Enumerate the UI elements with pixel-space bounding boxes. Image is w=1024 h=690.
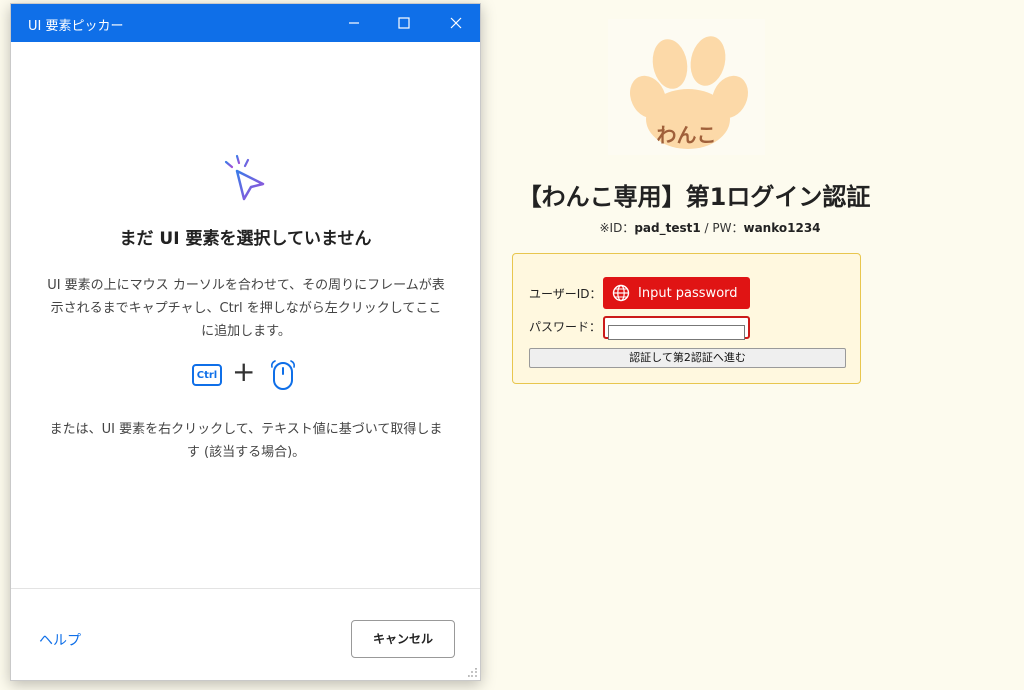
shortcut-hint: Ctrl + — [192, 357, 302, 393]
mouse-icon — [271, 360, 295, 390]
page-title: 【わんこ専用】第1ログイン認証 — [517, 183, 871, 211]
plus-sign: + — [232, 355, 256, 388]
pw-prefix: / PW： — [700, 221, 744, 235]
resize-grip-icon[interactable] — [468, 668, 478, 678]
credentials-hint: ※ID：pad_test1 / PW：wanko1234 — [560, 219, 860, 236]
globe-icon — [612, 284, 630, 302]
maximize-button[interactable] — [381, 4, 427, 42]
maximize-icon — [398, 17, 410, 29]
pw-value: wanko1234 — [743, 221, 821, 235]
login-form: ユーザーID： Input password パスワード： 認証して第2認証へ進… — [512, 253, 861, 384]
close-icon — [450, 17, 462, 29]
submit-button[interactable]: 認証して第2認証へ進む — [529, 348, 846, 368]
ctrl-key-icon: Ctrl — [192, 364, 222, 386]
dialog-titlebar[interactable]: UI 要素ピッカー — [11, 4, 480, 42]
cursor-sparkle-icon — [222, 154, 265, 201]
minimize-icon — [349, 22, 359, 24]
id-prefix: ※ID： — [599, 221, 635, 235]
instructions-text: UI 要素の上にマウス カーソルを合わせて、その周りにフレームが表示されるまでキ… — [47, 278, 445, 339]
dialog-title: UI 要素ピッカー — [28, 19, 124, 34]
ui-element-picker-dialog: UI 要素ピッカー まだ UI 要素を選択していません UI 要素の上にマウス … — [10, 3, 481, 681]
paw-logo: わんこ — [608, 19, 765, 155]
password-input[interactable] — [608, 324, 745, 340]
logo-text: わんこ — [656, 123, 717, 147]
cancel-button[interactable]: キャンセル — [351, 620, 455, 658]
help-link[interactable]: ヘルプ — [39, 630, 81, 650]
input-password-label: Input password — [638, 285, 738, 301]
minimize-button[interactable] — [331, 4, 377, 42]
id-value: pad_test1 — [634, 221, 701, 235]
password-label: パスワード： — [529, 320, 602, 334]
input-password-badge[interactable]: Input password — [603, 277, 750, 309]
right-click-instructions: または、UI 要素を右クリックして、テキスト値に基づいて取得します (該当する場… — [49, 422, 443, 460]
user-id-label: ユーザーID： — [529, 287, 602, 301]
close-button[interactable] — [433, 4, 479, 42]
password-field-highlight — [603, 316, 750, 340]
dialog-footer: ヘルプ キャンセル — [11, 588, 480, 681]
empty-state-heading: まだ UI 要素を選択していません — [119, 229, 372, 249]
